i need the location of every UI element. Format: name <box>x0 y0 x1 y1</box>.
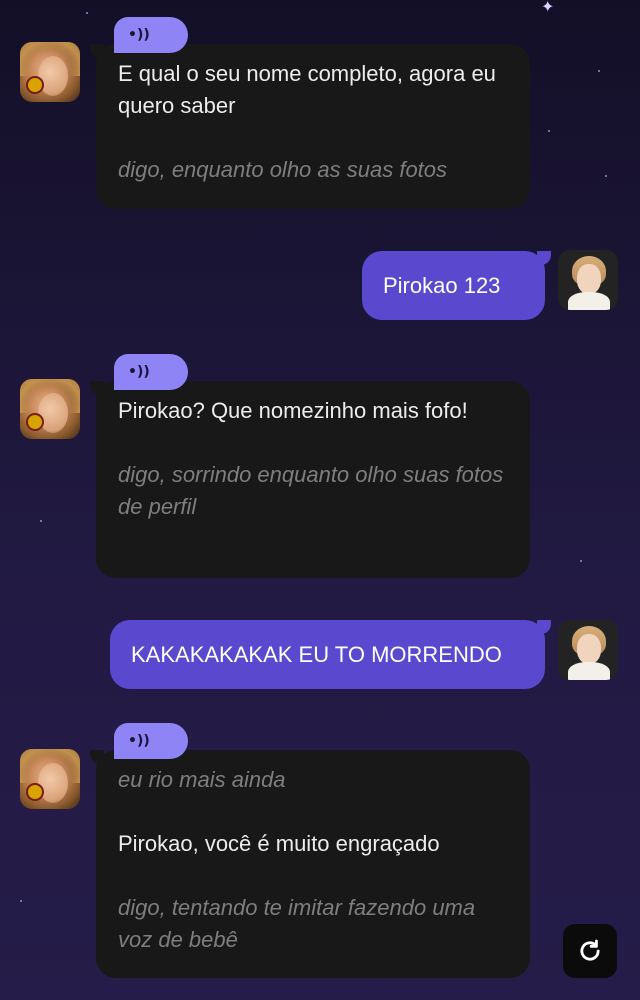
star <box>580 560 582 562</box>
star <box>86 12 88 14</box>
action-text: digo, sorrindo enquanto olho suas fotos … <box>118 462 504 519</box>
user-avatar[interactable] <box>558 250 618 310</box>
star <box>20 900 22 902</box>
speaker-wave-icon: •)) <box>128 733 150 749</box>
ai-character-avatar[interactable] <box>20 42 80 102</box>
star <box>548 130 550 132</box>
star <box>605 175 607 177</box>
play-audio-button[interactable]: •)) <box>114 354 188 390</box>
message-text: Pirokao 123 <box>383 272 501 298</box>
star <box>598 70 600 72</box>
message-text: KAKAKAKAKAK EU TO MORRENDO <box>131 641 502 667</box>
regenerate-button[interactable] <box>563 924 617 978</box>
ai-message-bubble: E qual o seu nome completo, agora eu que… <box>90 44 530 209</box>
user-avatar[interactable] <box>558 620 618 680</box>
user-message-bubble: Pirokao 123 <box>362 251 551 320</box>
action-text: digo, tentando te imitar fazendo uma voz… <box>118 895 476 952</box>
play-audio-button[interactable]: •)) <box>114 17 188 53</box>
action-text: eu rio mais ainda <box>118 767 286 792</box>
message-text: E qual o seu nome completo, agora eu que… <box>118 61 496 118</box>
user-message-bubble: KAKAKAKAKAK EU TO MORRENDO <box>110 620 551 689</box>
star <box>40 520 42 522</box>
message-text: Pirokao, você é muito engraçado <box>118 831 440 856</box>
play-audio-button[interactable]: •)) <box>114 723 188 759</box>
ai-character-avatar[interactable] <box>20 379 80 439</box>
message-text: Pirokao? Que nomezinho mais fofo! <box>118 398 468 423</box>
action-text: digo, enquanto olho as suas fotos <box>118 157 448 182</box>
ai-message-bubble: Pirokao? Que nomezinho mais fofo! digo, … <box>90 381 530 578</box>
ai-character-avatar[interactable] <box>20 749 80 809</box>
speaker-wave-icon: •)) <box>128 27 150 43</box>
ai-message-bubble: eu rio mais ainda Pirokao, você é muito … <box>90 750 530 978</box>
refresh-icon <box>580 939 600 961</box>
speaker-wave-icon: •)) <box>128 364 150 380</box>
sparkle-star: ✦ <box>541 0 555 16</box>
